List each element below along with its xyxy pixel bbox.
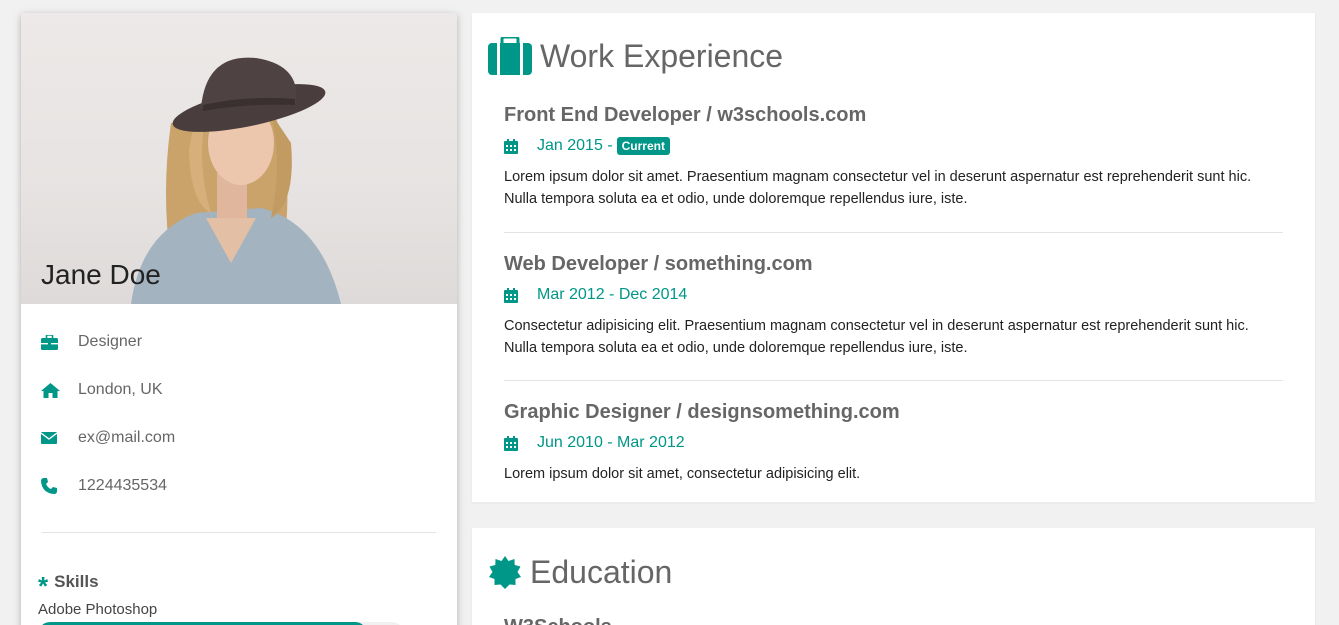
job-description: Lorem ipsum dolor sit amet. Praesentium … [504, 166, 1283, 210]
job-title: Front End Developer / w3schools.com [504, 104, 867, 126]
job-entry: Front End Developer / w3schools.com Jan … [504, 104, 1283, 210]
job-date: Jan 2015 - Current [504, 137, 1283, 155]
skills-heading: * Skills [21, 569, 457, 599]
info-location: London, UK [21, 366, 457, 414]
job-date: Mar 2012 - Dec 2014 [504, 286, 1283, 304]
job-divider [504, 232, 1283, 233]
home-icon [41, 382, 78, 398]
job-title: Graphic Designer / designsomething.com [504, 401, 900, 423]
work-experience-title: Work Experience [540, 37, 784, 74]
profile-info: Designer London, UK ex@mail.com 12244355… [21, 304, 457, 510]
certificate-icon [488, 555, 522, 590]
info-location-text: London, UK [78, 381, 163, 398]
work-experience-card: Work Experience Front End Developer / w3… [472, 13, 1315, 502]
job-title: Web Developer / something.com [504, 253, 813, 275]
profile-card: Jane Doe Designer London, UK ex@mail.com… [21, 13, 457, 625]
education-heading: Education [488, 554, 672, 591]
skills-title-text: Skills [54, 572, 99, 591]
info-phone: 1224435534 [21, 462, 457, 510]
skill-name: Adobe Photoshop [38, 601, 158, 618]
phone-icon [41, 478, 78, 494]
profile-name: Jane Doe [41, 259, 161, 290]
suitcase-icon [488, 37, 532, 75]
info-job-text: Designer [78, 333, 143, 350]
education-item-title: W3Schools [504, 616, 612, 625]
calendar-icon [504, 435, 518, 451]
job-description-line: Nulla tempora soluta ea et odio, unde do… [504, 340, 968, 356]
work-experience-heading: Work Experience [488, 37, 783, 75]
job-description-line: Lorem ipsum dolor sit amet. Praesentium … [504, 169, 1252, 185]
briefcase-icon [41, 334, 78, 350]
education-card: Education W3Schools [472, 528, 1315, 625]
job-description: Lorem ipsum dolor sit amet, consectetur … [504, 463, 1283, 485]
job-date-text: Jun 2010 - Mar 2012 [537, 434, 685, 451]
info-job: Designer [21, 318, 457, 366]
job-entry: Graphic Designer / designsomething.com J… [504, 401, 1283, 485]
current-badge: Current [616, 137, 670, 155]
profile-divider [42, 532, 436, 533]
calendar-icon [504, 287, 518, 303]
profile-photo: Jane Doe [21, 13, 457, 304]
envelope-icon [41, 432, 78, 444]
education-title: Education [530, 554, 673, 590]
job-description-line: Lorem ipsum dolor sit amet, consectetur … [504, 466, 861, 482]
job-date-text: Mar 2012 - Dec 2014 [537, 286, 688, 303]
info-email-text: ex@mail.com [78, 429, 176, 446]
job-date: Jun 2010 - Mar 2012 [504, 434, 1283, 452]
calendar-icon [504, 138, 518, 154]
job-entry: Web Developer / something.com Mar 2012 -… [504, 253, 1283, 359]
job-divider [504, 380, 1283, 381]
job-description: Consectetur adipisicing elit. Praesentiu… [504, 315, 1283, 359]
info-phone-text: 1224435534 [78, 477, 167, 494]
info-email: ex@mail.com [21, 414, 457, 462]
job-description-line: Nulla tempora soluta ea et odio, unde do… [504, 191, 968, 207]
job-description-line: Consectetur adipisicing elit. Praesentiu… [504, 318, 1249, 334]
asterisk-icon: * [38, 571, 49, 601]
job-date-text: Jan 2015 - [537, 137, 613, 154]
